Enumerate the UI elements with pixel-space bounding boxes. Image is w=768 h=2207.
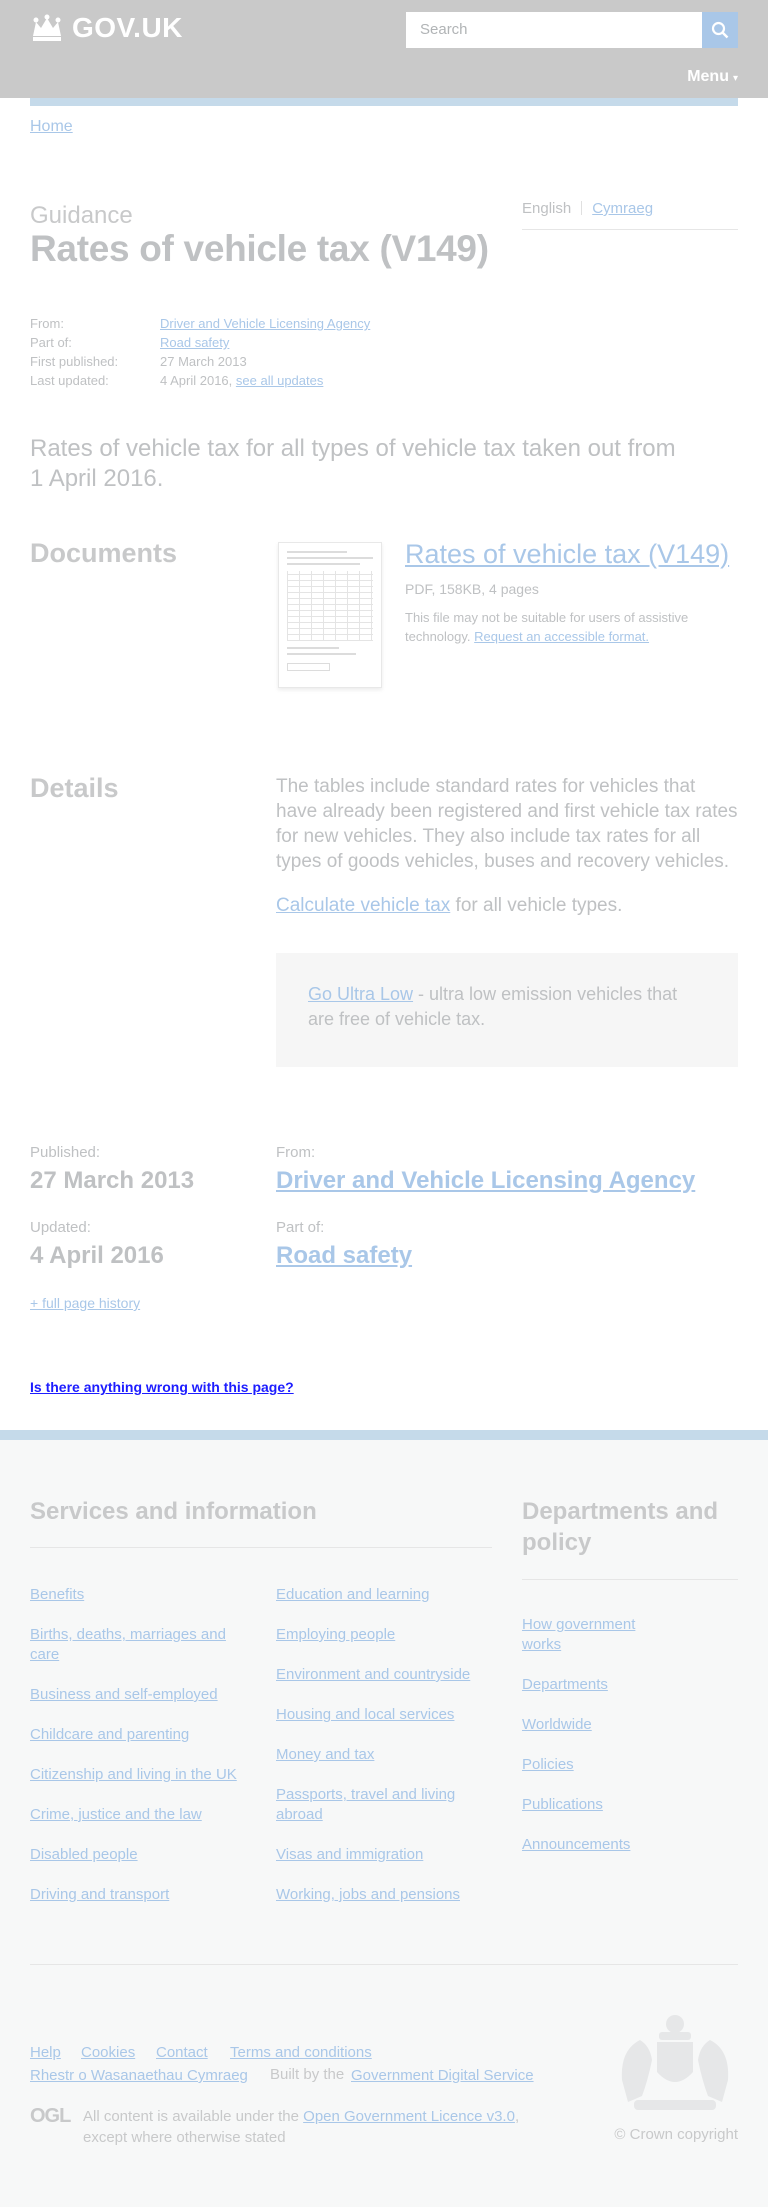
footer-link-publications[interactable]: Publications <box>522 1795 662 1815</box>
footer-terms-link[interactable]: Terms and conditions <box>230 2043 372 2063</box>
chevron-down-icon: ▾ <box>732 73 738 84</box>
footer-link-births[interactable]: Births, deaths, marriages and care <box>30 1625 250 1665</box>
details-heading: Details <box>30 773 119 803</box>
footer-link-crime[interactable]: Crime, justice and the law <box>30 1805 260 1825</box>
search-button[interactable] <box>702 12 738 48</box>
footer-welsh-link[interactable]: Rhestr o Wasanaethau Cymraeg <box>30 2066 248 2086</box>
metadata: From: Driver and Vehicle Licensing Agency… <box>30 314 370 390</box>
footer-contact-link[interactable]: Contact <box>156 2043 208 2063</box>
footer-link-working[interactable]: Working, jobs and pensions <box>276 1885 486 1905</box>
services-heading: Services and information <box>30 1498 317 1525</box>
footer-link-benefits[interactable]: Benefits <box>30 1585 250 1605</box>
licence-prefix: All content is available under the <box>83 2108 299 2125</box>
published-value: 27 March 2013 <box>30 1167 195 1194</box>
govuk-logo[interactable]: GOV.UK <box>30 10 183 46</box>
document-title-link[interactable]: Rates of vehicle tax (V149) <box>405 539 729 570</box>
go-ultra-low-link[interactable]: Go Ultra Low <box>308 984 413 1004</box>
from-link[interactable]: Driver and Vehicle Licensing Agency <box>160 314 370 333</box>
open-government-licence-link[interactable]: Open Government Licence v3.0 <box>303 2108 515 2125</box>
footer-link-disabled[interactable]: Disabled people <box>30 1845 260 1865</box>
published-partof-label: Part of: <box>276 1219 325 1236</box>
language-switcher: English Cymraeg <box>522 200 738 230</box>
published-from-label: From: <box>276 1144 316 1161</box>
calculate-rest: for all vehicle types. <box>450 895 623 916</box>
published-partof-link[interactable]: Road safety <box>276 1242 412 1270</box>
document-meta: PDF, 158KB, 4 pages <box>405 581 539 597</box>
built-by-gds-link[interactable]: Government Digital Service <box>351 2066 534 2086</box>
footer-link-housing[interactable]: Housing and local services <box>276 1705 486 1725</box>
callout-box: Go Ultra Low - ultra low emission vehicl… <box>276 953 738 1067</box>
report-problem-link[interactable]: Is there anything wrong with this page? <box>30 1379 294 1395</box>
footer-link-environment[interactable]: Environment and countryside <box>276 1665 491 1685</box>
site-header: GOV.UK Search Menu ▾ <box>0 0 768 98</box>
document-accessibility-note: This file may not be suitable for users … <box>405 608 725 646</box>
footer-link-how-government-works[interactable]: How government works <box>522 1615 662 1655</box>
calculate-vehicle-tax-link[interactable]: Calculate vehicle tax <box>276 895 450 916</box>
updated-label: Updated: <box>30 1219 91 1236</box>
footer-help-link[interactable]: Help <box>30 2043 61 2063</box>
ogl-logo: OGL <box>30 2105 71 2127</box>
page-kicker: Guidance <box>30 202 133 229</box>
header-blue-bar <box>30 98 738 106</box>
from-label: From: <box>30 316 64 331</box>
footer-link-business[interactable]: Business and self-employed <box>30 1685 260 1705</box>
language-english: English <box>522 200 572 217</box>
language-welsh-link[interactable]: Cymraeg <box>592 200 653 217</box>
published-label: Published: <box>30 1144 101 1161</box>
search-icon <box>711 21 729 39</box>
see-all-updates-link[interactable]: see all updates <box>236 371 323 390</box>
footer-link-worldwide[interactable]: Worldwide <box>522 1715 662 1735</box>
calculate-paragraph: Calculate vehicle tax for all vehicle ty… <box>276 895 622 917</box>
last-updated-label: Last updated: <box>30 373 109 388</box>
language-divider <box>581 201 583 215</box>
footer-link-money[interactable]: Money and tax <box>276 1745 486 1765</box>
footer-link-citizenship[interactable]: Citizenship and living in the UK <box>30 1765 270 1785</box>
departments-rule <box>522 1579 738 1580</box>
footer-link-announcements[interactable]: Announcements <box>522 1835 662 1855</box>
lead-paragraph: Rates of vehicle tax for all types of ve… <box>30 435 676 492</box>
footer-link-childcare[interactable]: Childcare and parenting <box>30 1725 260 1745</box>
partof-label: Part of: <box>30 335 72 350</box>
logo-text: GOV.UK <box>72 12 183 43</box>
footer-link-departments[interactable]: Departments <box>522 1675 662 1695</box>
last-updated-value: 4 April 2016, <box>160 373 233 388</box>
footer-cookies-link[interactable]: Cookies <box>81 2043 135 2063</box>
first-published-label: First published: <box>30 354 119 369</box>
search-input[interactable]: Search <box>406 12 702 48</box>
footer-link-employing[interactable]: Employing people <box>276 1625 486 1645</box>
document-thumbnail[interactable] <box>278 542 382 688</box>
updated-value: 4 April 2016 <box>30 1242 164 1269</box>
services-rule <box>30 1547 492 1548</box>
breadcrumb-home[interactable]: Home <box>30 118 73 136</box>
footer-link-visas[interactable]: Visas and immigration <box>276 1845 486 1865</box>
footer-link-driving[interactable]: Driving and transport <box>30 1885 260 1905</box>
royal-coat-of-arms-icon <box>621 2015 729 2110</box>
footer-link-passports[interactable]: Passports, travel and living abroad <box>276 1785 476 1825</box>
crown-icon <box>33 14 61 41</box>
footer-link-education[interactable]: Education and learning <box>276 1585 486 1605</box>
menu-toggle[interactable]: Menu ▾ <box>687 68 738 86</box>
published-from-link[interactable]: Driver and Vehicle Licensing Agency <box>276 1167 695 1195</box>
partof-link[interactable]: Road safety <box>160 333 229 352</box>
crown-copyright: © Crown copyright <box>614 2126 738 2143</box>
request-accessible-format-link[interactable]: Request an accessible format. <box>474 629 649 644</box>
licence-text: All content is available under the Open … <box>83 2106 553 2148</box>
documents-heading: Documents <box>30 538 178 568</box>
search-form: Search <box>406 12 738 48</box>
first-published-value: 27 March 2013 <box>160 354 247 369</box>
built-by-prefix: Built by the <box>270 2066 345 2083</box>
footer-link-policies[interactable]: Policies <box>522 1755 662 1775</box>
page-title: Rates of vehicle tax (V149) <box>30 228 489 269</box>
details-body: The tables include standard rates for ve… <box>276 776 738 872</box>
full-page-history-link[interactable]: + full page history <box>30 1295 140 1311</box>
departments-heading: Departments and policy <box>522 1498 719 1556</box>
menu-label: Menu <box>687 68 729 85</box>
footer-divider <box>30 1964 738 1965</box>
